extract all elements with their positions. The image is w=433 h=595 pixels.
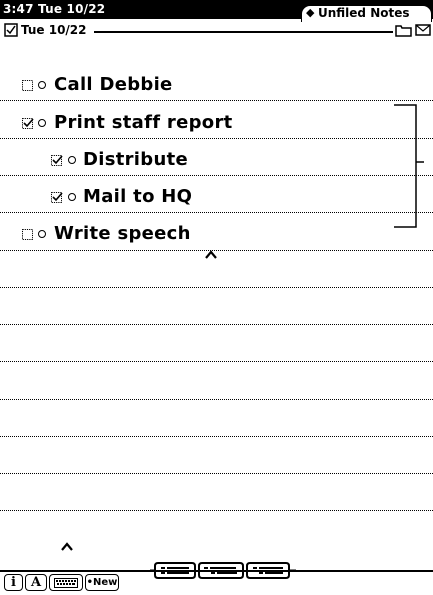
bottom-rule: [0, 570, 433, 572]
ruled-line: [0, 324, 433, 325]
diamond-icon: ◆: [306, 6, 315, 19]
bullet-icon: [68, 193, 76, 201]
keyboard-button[interactable]: [49, 574, 83, 591]
checklist-item[interactable]: Call Debbie: [0, 70, 433, 106]
checked-checkbox-icon[interactable]: [51, 155, 63, 166]
checklist-item-text[interactable]: Call Debbie: [54, 74, 173, 95]
insertion-caret-icon: [205, 250, 217, 259]
bullet-icon: [38, 230, 46, 238]
info-label: i: [11, 575, 16, 590]
bullet-icon: [38, 81, 46, 89]
ruled-line: [0, 361, 433, 362]
note-header: Tue 10/22: [0, 20, 433, 44]
bullet-icon: [38, 119, 46, 127]
keyboard-icon: [54, 577, 78, 588]
checklist-icon[interactable]: [4, 23, 18, 37]
checked-checkbox-icon[interactable]: [22, 118, 34, 129]
checklist-item[interactable]: Mail to HQ: [0, 182, 433, 218]
checkbox-icon[interactable]: [22, 80, 33, 91]
ruled-line: [0, 473, 433, 474]
ruled-line: [0, 287, 433, 288]
ruled-line: [0, 436, 433, 437]
ruled-line: [0, 510, 433, 511]
checklist-item[interactable]: Print staff report: [0, 108, 433, 144]
styles-label: A: [30, 575, 42, 590]
note-date[interactable]: Tue 10/22: [21, 23, 87, 37]
info-button[interactable]: i: [4, 574, 23, 591]
bullet-icon: [68, 156, 76, 164]
header-rule: [94, 31, 393, 33]
styles-button[interactable]: A: [25, 574, 47, 591]
outline-bracket[interactable]: [394, 104, 424, 228]
checked-checkbox-icon[interactable]: [51, 192, 63, 203]
status-time-date[interactable]: 3:47 Tue 10/22: [3, 2, 105, 16]
ruled-line: [0, 399, 433, 400]
checklist-item-text[interactable]: Print staff report: [54, 112, 233, 133]
envelope-icon[interactable]: [415, 24, 431, 36]
checklist-item-text[interactable]: Write speech: [54, 223, 191, 244]
checkbox-icon[interactable]: [22, 229, 33, 240]
folder-tab-label: Unfiled Notes: [318, 6, 410, 20]
checklist-item-text[interactable]: Mail to HQ: [83, 186, 192, 207]
new-button[interactable]: •New: [85, 574, 119, 591]
folder-icon[interactable]: [395, 23, 412, 37]
new-label: •New: [86, 577, 118, 588]
insertion-caret-icon: [61, 542, 73, 551]
checklist-item[interactable]: Distribute: [0, 145, 433, 181]
checklist-item-text[interactable]: Distribute: [83, 149, 188, 170]
notepad-screen: 3:47 Tue 10/22 ◆ Unfiled Notes Tue 10/22: [0, 0, 433, 595]
